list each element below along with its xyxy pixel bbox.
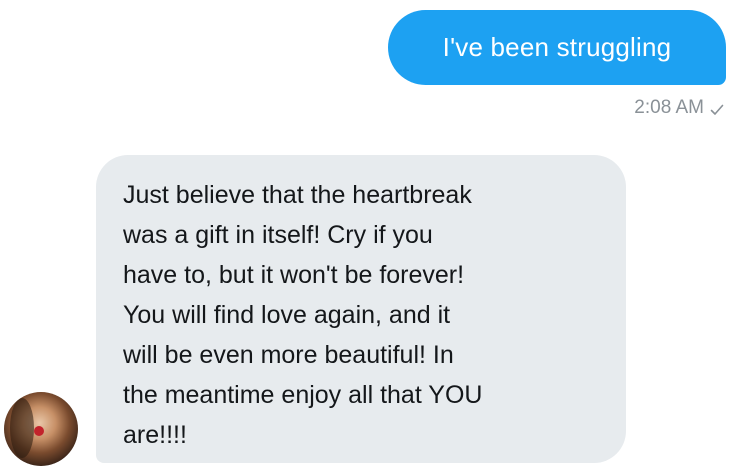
incoming-message-bubble[interactable]: Just believe that the heartbreak was a g…: [96, 155, 626, 463]
message-timestamp: 2:08 AM: [634, 97, 704, 118]
message-meta: 2:08 AM: [634, 97, 724, 119]
avatar-accent-shape: [34, 426, 44, 436]
avatar[interactable]: [4, 392, 78, 466]
check-icon: [710, 101, 724, 115]
avatar-hair-shape: [10, 398, 34, 458]
outgoing-message-bubble[interactable]: I've been struggling: [388, 10, 726, 85]
conversation-thread: I've been struggling 2:08 AM Just believ…: [0, 0, 744, 466]
